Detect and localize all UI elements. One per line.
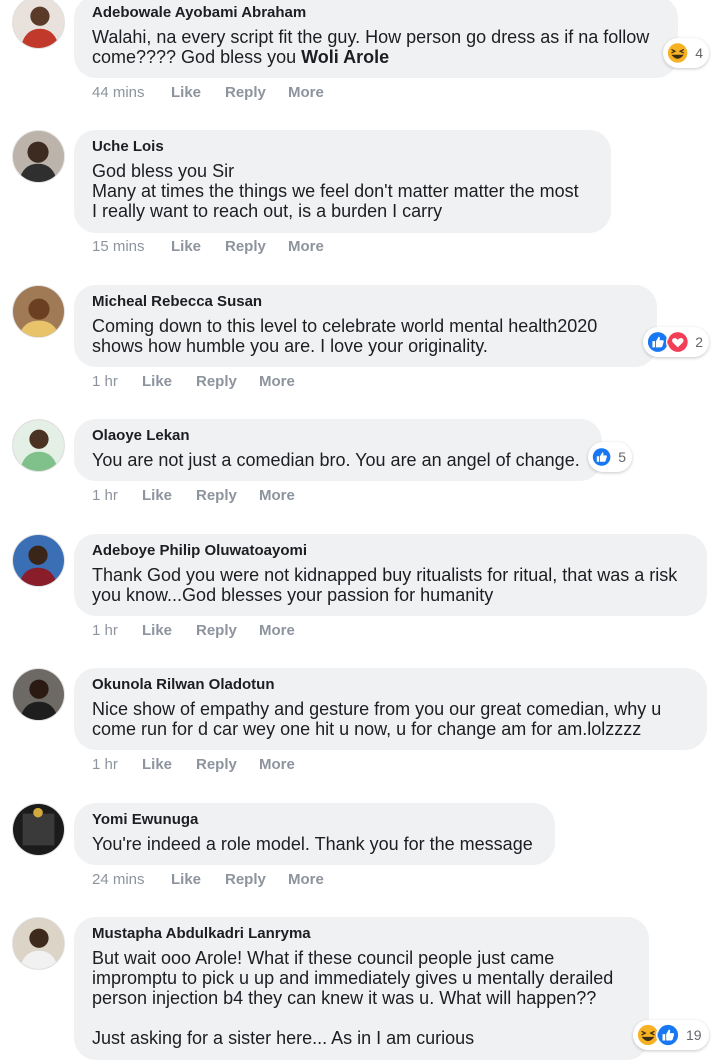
avatar[interactable]: [12, 803, 65, 856]
comment-time[interactable]: 1 hr: [92, 373, 118, 390]
like-button[interactable]: Like: [142, 756, 172, 773]
like-button[interactable]: Like: [142, 373, 172, 390]
reply-button[interactable]: Reply: [196, 756, 237, 773]
comment-author[interactable]: Olaoye Lekan: [92, 427, 584, 445]
avatar[interactable]: [12, 130, 65, 183]
like-icon: [591, 445, 613, 469]
mention-link[interactable]: Woli Arole: [301, 47, 389, 67]
comment-author[interactable]: Okunola Rilwan Oladotun: [92, 676, 689, 694]
comment-time[interactable]: 1 hr: [92, 622, 118, 639]
haha-icon: [666, 41, 690, 65]
comment-bubble: Micheal Rebecca Susan Coming down to thi…: [74, 285, 657, 367]
comment-time[interactable]: 1 hr: [92, 756, 118, 773]
reaction-summary[interactable]: 5: [588, 442, 632, 472]
reply-button[interactable]: Reply: [225, 871, 266, 888]
comment-text: Walahi, na every script fit the guy. How…: [92, 27, 655, 67]
reaction-count: 2: [695, 334, 703, 350]
comment-bubble: Yomi Ewunuga You're indeed a role model.…: [74, 803, 555, 865]
avatar[interactable]: [12, 0, 65, 49]
more-button[interactable]: More: [288, 84, 324, 101]
comment-bubble: Uche Lois God bless you Sir Many at time…: [74, 130, 611, 233]
comment-text: You're indeed a role model. Thank you fo…: [92, 834, 533, 854]
comment-bubble: Okunola Rilwan Oladotun Nice show of emp…: [74, 668, 707, 750]
reply-button[interactable]: Reply: [196, 622, 237, 639]
more-button[interactable]: More: [288, 238, 324, 255]
comment-author[interactable]: Yomi Ewunuga: [92, 811, 537, 829]
comment-author[interactable]: Mustapha Abdulkadri Lanryma: [92, 925, 631, 943]
comment-bubble: Adeboye Philip Oluwatoayomi Thank God yo…: [74, 534, 707, 616]
reply-button[interactable]: Reply: [225, 84, 266, 101]
comment-text: Thank God you were not kidnapped buy rit…: [92, 565, 678, 605]
comment-time[interactable]: 24 mins: [92, 871, 145, 888]
comment-time[interactable]: 15 mins: [92, 238, 145, 255]
love-icon: [665, 330, 690, 354]
comment-time[interactable]: 1 hr: [92, 487, 118, 504]
avatar[interactable]: [12, 534, 65, 587]
reaction-summary[interactable]: 4: [663, 38, 709, 68]
comment-author[interactable]: Micheal Rebecca Susan: [92, 293, 639, 311]
reply-button[interactable]: Reply: [196, 373, 237, 390]
reaction-count: 4: [695, 45, 703, 61]
comment-author[interactable]: Adebowale Ayobami Abraham: [92, 4, 660, 22]
comment-bubble: Mustapha Abdulkadri Lanryma But wait ooo…: [74, 917, 649, 1060]
reaction-count: 5: [618, 449, 626, 465]
comment-bubble: Adebowale Ayobami Abraham Walahi, na eve…: [74, 0, 678, 78]
like-button[interactable]: Like: [171, 238, 201, 255]
more-button[interactable]: More: [259, 373, 295, 390]
like-icon: [656, 1023, 680, 1047]
comment-text: But wait ooo Arole! What if these counci…: [92, 948, 614, 1048]
comment-author[interactable]: Adeboye Philip Oluwatoayomi: [92, 542, 689, 560]
comment-text: God bless you Sir Many at times the thin…: [92, 161, 579, 221]
more-button[interactable]: More: [259, 487, 295, 504]
like-button[interactable]: Like: [171, 84, 201, 101]
comment-text: You are not just a comedian bro. You are…: [92, 450, 580, 470]
more-button[interactable]: More: [288, 871, 324, 888]
reaction-count: 19: [686, 1027, 702, 1043]
avatar[interactable]: [12, 285, 65, 338]
like-button[interactable]: Like: [142, 487, 172, 504]
reply-button[interactable]: Reply: [225, 238, 266, 255]
avatar[interactable]: [12, 419, 65, 472]
comment-bubble: Olaoye Lekan You are not just a comedian…: [74, 419, 602, 481]
avatar[interactable]: [12, 917, 65, 970]
comment-text: Nice show of empathy and gesture from yo…: [92, 699, 662, 739]
comment-text: Coming down to this level to celebrate w…: [92, 316, 598, 356]
like-button[interactable]: Like: [142, 622, 172, 639]
reaction-summary[interactable]: 2: [643, 327, 709, 357]
reaction-summary[interactable]: 19: [633, 1020, 709, 1050]
comment-author[interactable]: Uche Lois: [92, 138, 593, 156]
reply-button[interactable]: Reply: [196, 487, 237, 504]
more-button[interactable]: More: [259, 756, 295, 773]
comment-time[interactable]: 44 mins: [92, 84, 145, 101]
like-button[interactable]: Like: [171, 871, 201, 888]
avatar[interactable]: [12, 668, 65, 721]
more-button[interactable]: More: [259, 622, 295, 639]
